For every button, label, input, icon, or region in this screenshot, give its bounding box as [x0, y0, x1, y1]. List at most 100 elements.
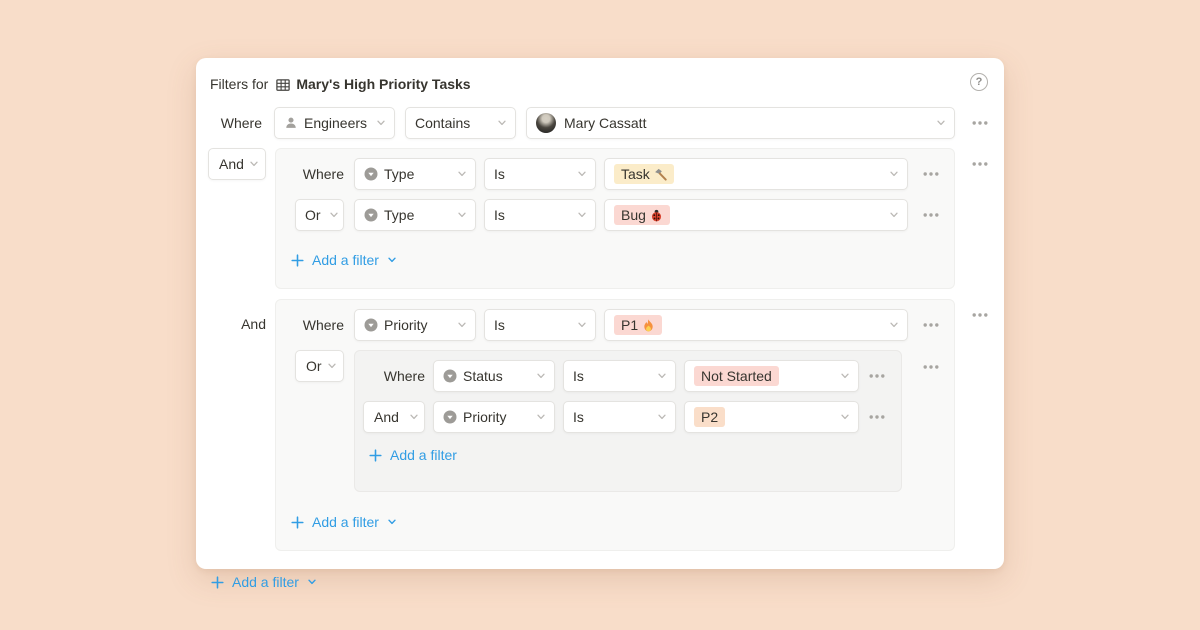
row-menu-button[interactable] [922, 316, 940, 334]
chevron-down-icon [536, 371, 546, 381]
property-select-engineers[interactable]: Engineers [274, 107, 395, 139]
chevron-down-icon [409, 412, 419, 422]
add-filter-button-group2[interactable]: Add a filter [291, 510, 397, 534]
chevron-down-icon [327, 361, 337, 371]
chevron-down-icon [249, 159, 259, 169]
person-value: Mary Cassatt [564, 115, 646, 131]
ellipsis-icon [869, 374, 885, 378]
chevron-down-icon [497, 118, 507, 128]
person-icon [284, 116, 298, 130]
where-label: Where [210, 115, 262, 131]
connector-select-and[interactable]: And [363, 401, 425, 433]
operator-select-is[interactable]: Is [484, 199, 596, 231]
operator-name: Is [573, 368, 584, 384]
connector-select-or[interactable]: Or [295, 199, 344, 231]
chevron-down-icon [657, 371, 667, 381]
tag-label: Bug [621, 207, 646, 223]
group-menu-button[interactable] [971, 306, 989, 324]
ellipsis-icon [923, 172, 939, 176]
select-icon [364, 167, 378, 181]
chevron-down-icon [387, 255, 397, 265]
nested-group-section: Or Where Status Is [276, 350, 954, 492]
tag-p1: P1 [614, 315, 662, 335]
row-menu-button[interactable] [922, 206, 940, 224]
where-label: Where [295, 317, 344, 333]
nested-filter-group: Where Status Is [354, 350, 902, 492]
tag-label: P2 [701, 409, 718, 425]
connector-select-or[interactable]: Or [295, 350, 344, 382]
add-filter-button-root[interactable]: Add a filter [211, 570, 317, 594]
plus-icon [291, 254, 304, 267]
add-filter-label: Add a filter [312, 514, 379, 530]
lady-beetle-emoji [650, 209, 663, 222]
select-icon [364, 208, 378, 222]
chevron-down-icon [307, 577, 317, 587]
filter-row-engineers: Where Engineers Contains Mary Cassatt [210, 107, 1004, 139]
tag-task: Task [614, 164, 674, 184]
connector-label: And [374, 409, 399, 425]
question-mark-icon: ? [976, 76, 983, 88]
operator-select-is[interactable]: Is [563, 401, 676, 433]
chevron-down-icon [577, 169, 587, 179]
row-menu-button[interactable] [971, 114, 989, 132]
operator-select-is[interactable]: Is [563, 360, 676, 392]
chevron-down-icon [577, 210, 587, 220]
chevron-down-icon [329, 210, 339, 220]
filter-group-1-section: And Where Type Is [196, 148, 1004, 289]
connector-select-and[interactable]: And [208, 148, 266, 180]
header-prefix: Filters for [210, 76, 268, 92]
value-select-not-started[interactable]: Not Started [684, 360, 859, 392]
chevron-down-icon [936, 118, 946, 128]
operator-name: Is [573, 409, 584, 425]
property-name: Priority [463, 409, 507, 425]
filter-group-2-section: And Where Priority Is P1 [196, 299, 1004, 551]
operator-select-contains[interactable]: Contains [405, 107, 516, 139]
ellipsis-icon [972, 313, 988, 317]
filter-row-priority-p2: And Priority Is [363, 401, 901, 433]
filter-row-status: Where Status Is [363, 360, 901, 392]
plus-icon [211, 576, 224, 589]
property-select-status[interactable]: Status [433, 360, 555, 392]
help-button[interactable]: ? [970, 73, 988, 91]
select-icon [364, 318, 378, 332]
chevron-down-icon [457, 210, 467, 220]
row-menu-button[interactable] [868, 408, 886, 426]
operator-name: Is [494, 317, 505, 333]
ellipsis-icon [869, 415, 885, 419]
row-menu-button[interactable] [922, 165, 940, 183]
connector-label-and: And [196, 308, 266, 340]
property-name: Priority [384, 317, 428, 333]
add-filter-button-group1[interactable]: Add a filter [291, 248, 397, 272]
add-filter-label: Add a filter [312, 252, 379, 268]
nested-group-menu-button[interactable] [922, 358, 940, 376]
operator-select-is[interactable]: Is [484, 158, 596, 190]
page-background: Filters for Mary's High Priority Tasks ?… [0, 0, 1200, 630]
add-filter-button-nested[interactable]: Add a filter [369, 443, 457, 467]
plus-icon [369, 449, 382, 462]
select-icon [443, 369, 457, 383]
ellipsis-icon [923, 323, 939, 327]
add-filter-label: Add a filter [232, 574, 299, 590]
value-select-bug[interactable]: Bug [604, 199, 908, 231]
value-select-p2[interactable]: P2 [684, 401, 859, 433]
ellipsis-icon [923, 365, 939, 369]
plus-icon [291, 516, 304, 529]
filter-row-type-task: Where Type Is Task [295, 158, 954, 190]
filter-group-1: Where Type Is Task [275, 148, 955, 289]
connector-label: And [219, 156, 244, 172]
chevron-down-icon [840, 371, 850, 381]
property-select-priority[interactable]: Priority [433, 401, 555, 433]
property-select-type[interactable]: Type [354, 158, 476, 190]
value-select-p1[interactable]: P1 [604, 309, 908, 341]
tag-bug: Bug [614, 205, 670, 225]
property-select-type[interactable]: Type [354, 199, 476, 231]
tag-p2: P2 [694, 407, 725, 427]
value-select-task[interactable]: Task [604, 158, 908, 190]
row-menu-button[interactable] [868, 367, 886, 385]
property-select-priority[interactable]: Priority [354, 309, 476, 341]
operator-select-is[interactable]: Is [484, 309, 596, 341]
operator-name: Is [494, 207, 505, 223]
select-icon [443, 410, 457, 424]
group-menu-button[interactable] [971, 155, 989, 173]
value-select-person[interactable]: Mary Cassatt [526, 107, 955, 139]
